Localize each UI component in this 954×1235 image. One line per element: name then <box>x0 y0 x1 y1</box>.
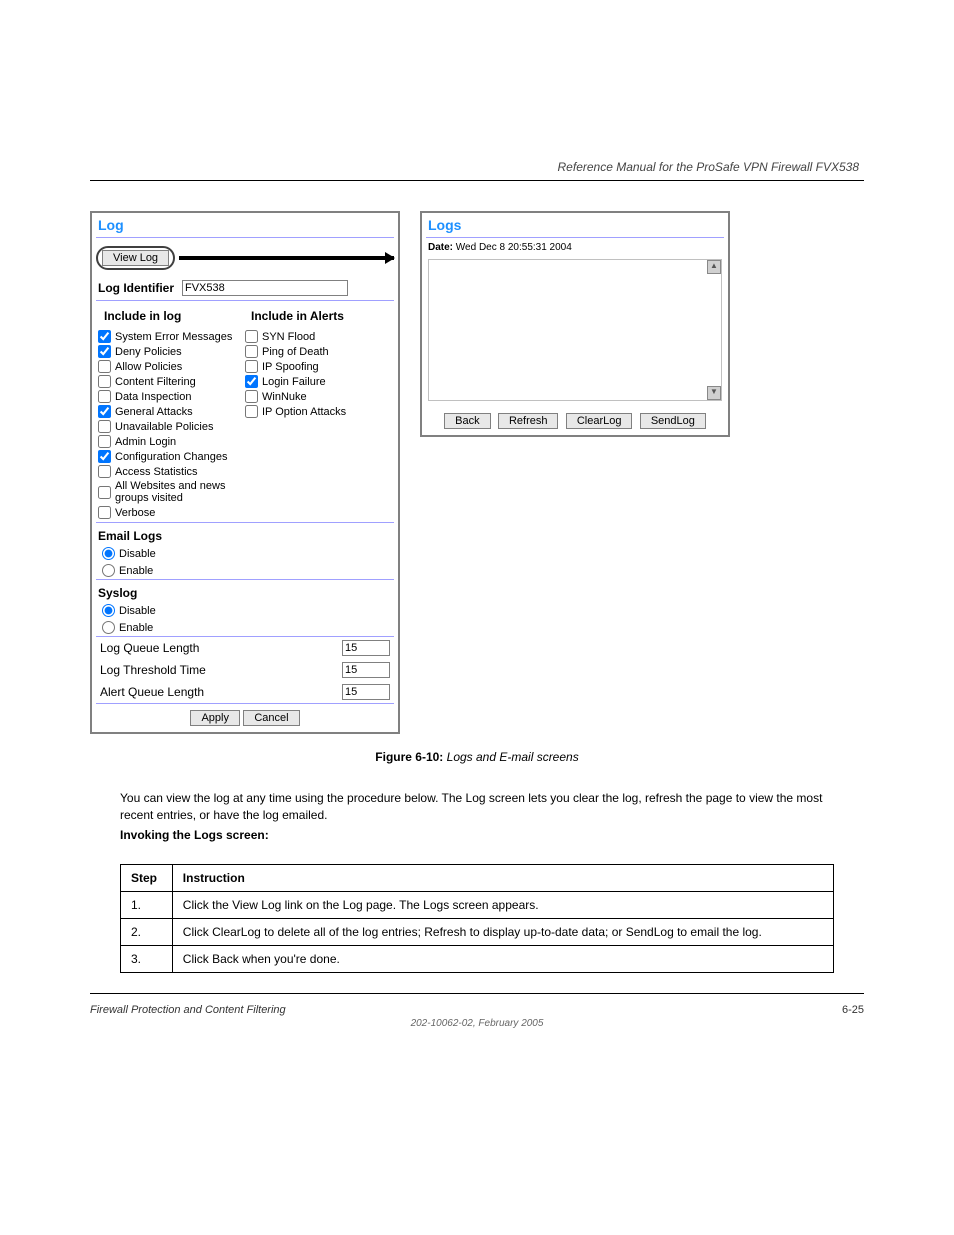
log-identifier-label: Log Identifier <box>98 281 174 295</box>
apply-button[interactable]: Apply <box>190 710 240 726</box>
log-config-panel: Log View Log Log Identifier Include in l… <box>90 211 400 734</box>
alert-checkbox[interactable] <box>245 345 258 358</box>
doc-title: Reference Manual for the ProSafe VPN Fir… <box>0 160 954 180</box>
log-checklist: System Error Messages Deny Policies Allow … <box>98 329 245 520</box>
scroll-down-icon[interactable]: ▼ <box>707 386 721 400</box>
log-checkbox[interactable] <box>98 450 111 463</box>
clearlog-button[interactable]: ClearLog <box>566 413 633 429</box>
cancel-button[interactable]: Cancel <box>243 710 299 726</box>
alert-checkbox[interactable] <box>245 360 258 373</box>
body-paragraph: You can view the log at any time using t… <box>0 786 954 828</box>
log-checkbox[interactable] <box>98 506 111 519</box>
log-check-label: All Websites and news groups visited <box>115 480 245 504</box>
step-cell: 3. <box>121 945 173 972</box>
email-logs-head: Email Logs <box>92 523 398 545</box>
alert-check-label: WinNuke <box>262 391 307 403</box>
queue-label: Log Threshold Time <box>100 663 206 677</box>
log-checkbox[interactable] <box>98 435 111 448</box>
alert-check-label: SYN Flood <box>262 331 315 343</box>
log-checkbox[interactable] <box>98 330 111 343</box>
sendlog-button[interactable]: SendLog <box>640 413 706 429</box>
figure-caption: Figure 6-10: Logs and E-mail screens <box>0 744 954 786</box>
alert-checkbox[interactable] <box>245 390 258 403</box>
log-checkbox[interactable] <box>98 375 111 388</box>
log-checkbox[interactable] <box>98 486 111 499</box>
refresh-button[interactable]: Refresh <box>498 413 559 429</box>
include-alerts-head: Include in Alerts <box>245 303 392 325</box>
logs-title: Logs <box>422 213 728 237</box>
log-check-label: Access Statistics <box>115 466 198 478</box>
col-step: Step <box>121 864 173 891</box>
footer-rev: 202-10062-02, February 2005 <box>0 1016 954 1029</box>
alert-check-label: IP Spoofing <box>262 361 319 373</box>
log-checkbox[interactable] <box>98 360 111 373</box>
log-check-label: Configuration Changes <box>115 451 228 463</box>
instr-cell: Click Back when you're done. <box>172 945 833 972</box>
arrow-icon <box>179 256 394 260</box>
email-enable-radio[interactable] <box>102 564 115 577</box>
queue-label: Log Queue Length <box>100 641 199 655</box>
syslog-head: Syslog <box>92 580 398 602</box>
alert-checkbox[interactable] <box>245 375 258 388</box>
queue-input[interactable] <box>342 662 390 678</box>
logs-date: Date: Wed Dec 8 20:55:31 2004 <box>422 238 728 257</box>
alert-checklist: SYN Flood Ping of Death IP Spoofing Login F… <box>245 329 392 520</box>
log-check-label: Content Filtering <box>115 376 196 388</box>
log-check-label: Admin Login <box>115 436 176 448</box>
col-instr: Instruction <box>172 864 833 891</box>
step-cell: 1. <box>121 891 173 918</box>
logs-view-panel: Logs Date: Wed Dec 8 20:55:31 2004 ▲ ▼ B… <box>420 211 730 437</box>
log-check-label: Data Inspection <box>115 391 191 403</box>
steps-table: StepInstruction 1.Click the View Log lin… <box>120 864 834 973</box>
alert-check-label: IP Option Attacks <box>262 406 346 418</box>
log-checkbox[interactable] <box>98 465 111 478</box>
view-log-callout: View Log <box>96 246 175 270</box>
alert-checkbox[interactable] <box>245 330 258 343</box>
syslog-enable-radio[interactable] <box>102 621 115 634</box>
queue-input[interactable] <box>342 684 390 700</box>
alert-check-label: Login Failure <box>262 376 326 388</box>
log-title: Log <box>92 213 398 237</box>
log-check-label: General Attacks <box>115 406 193 418</box>
log-check-label: Allow Policies <box>115 361 182 373</box>
footer-page: 6-25 <box>842 1004 864 1016</box>
log-checkbox[interactable] <box>98 345 111 358</box>
log-checkbox[interactable] <box>98 405 111 418</box>
instr-cell: Click ClearLog to delete all of the log … <box>172 918 833 945</box>
step-cell: 2. <box>121 918 173 945</box>
alert-check-label: Ping of Death <box>262 346 329 358</box>
syslog-disable-radio[interactable] <box>102 604 115 617</box>
log-check-label: Verbose <box>115 507 155 519</box>
alert-checkbox[interactable] <box>245 405 258 418</box>
instr-cell: Click the View Log link on the Log page.… <box>172 891 833 918</box>
log-identifier-input[interactable] <box>182 280 348 296</box>
log-checkbox[interactable] <box>98 390 111 403</box>
email-disable-radio[interactable] <box>102 547 115 560</box>
scroll-up-icon[interactable]: ▲ <box>707 260 721 274</box>
log-text-area[interactable]: ▲ ▼ <box>428 259 722 401</box>
log-check-label: Deny Policies <box>115 346 182 358</box>
log-check-label: System Error Messages <box>115 331 232 343</box>
view-log-button[interactable]: View Log <box>102 250 169 266</box>
log-checkbox[interactable] <box>98 420 111 433</box>
footer-section: Firewall Protection and Content Filterin… <box>90 1004 286 1016</box>
include-log-head: Include in log <box>98 303 245 325</box>
back-button[interactable]: Back <box>444 413 490 429</box>
queue-input[interactable] <box>342 640 390 656</box>
queue-label: Alert Queue Length <box>100 685 204 699</box>
log-check-label: Unavailable Policies <box>115 421 213 433</box>
invoke-heading: Invoking the Logs screen: <box>0 828 954 860</box>
